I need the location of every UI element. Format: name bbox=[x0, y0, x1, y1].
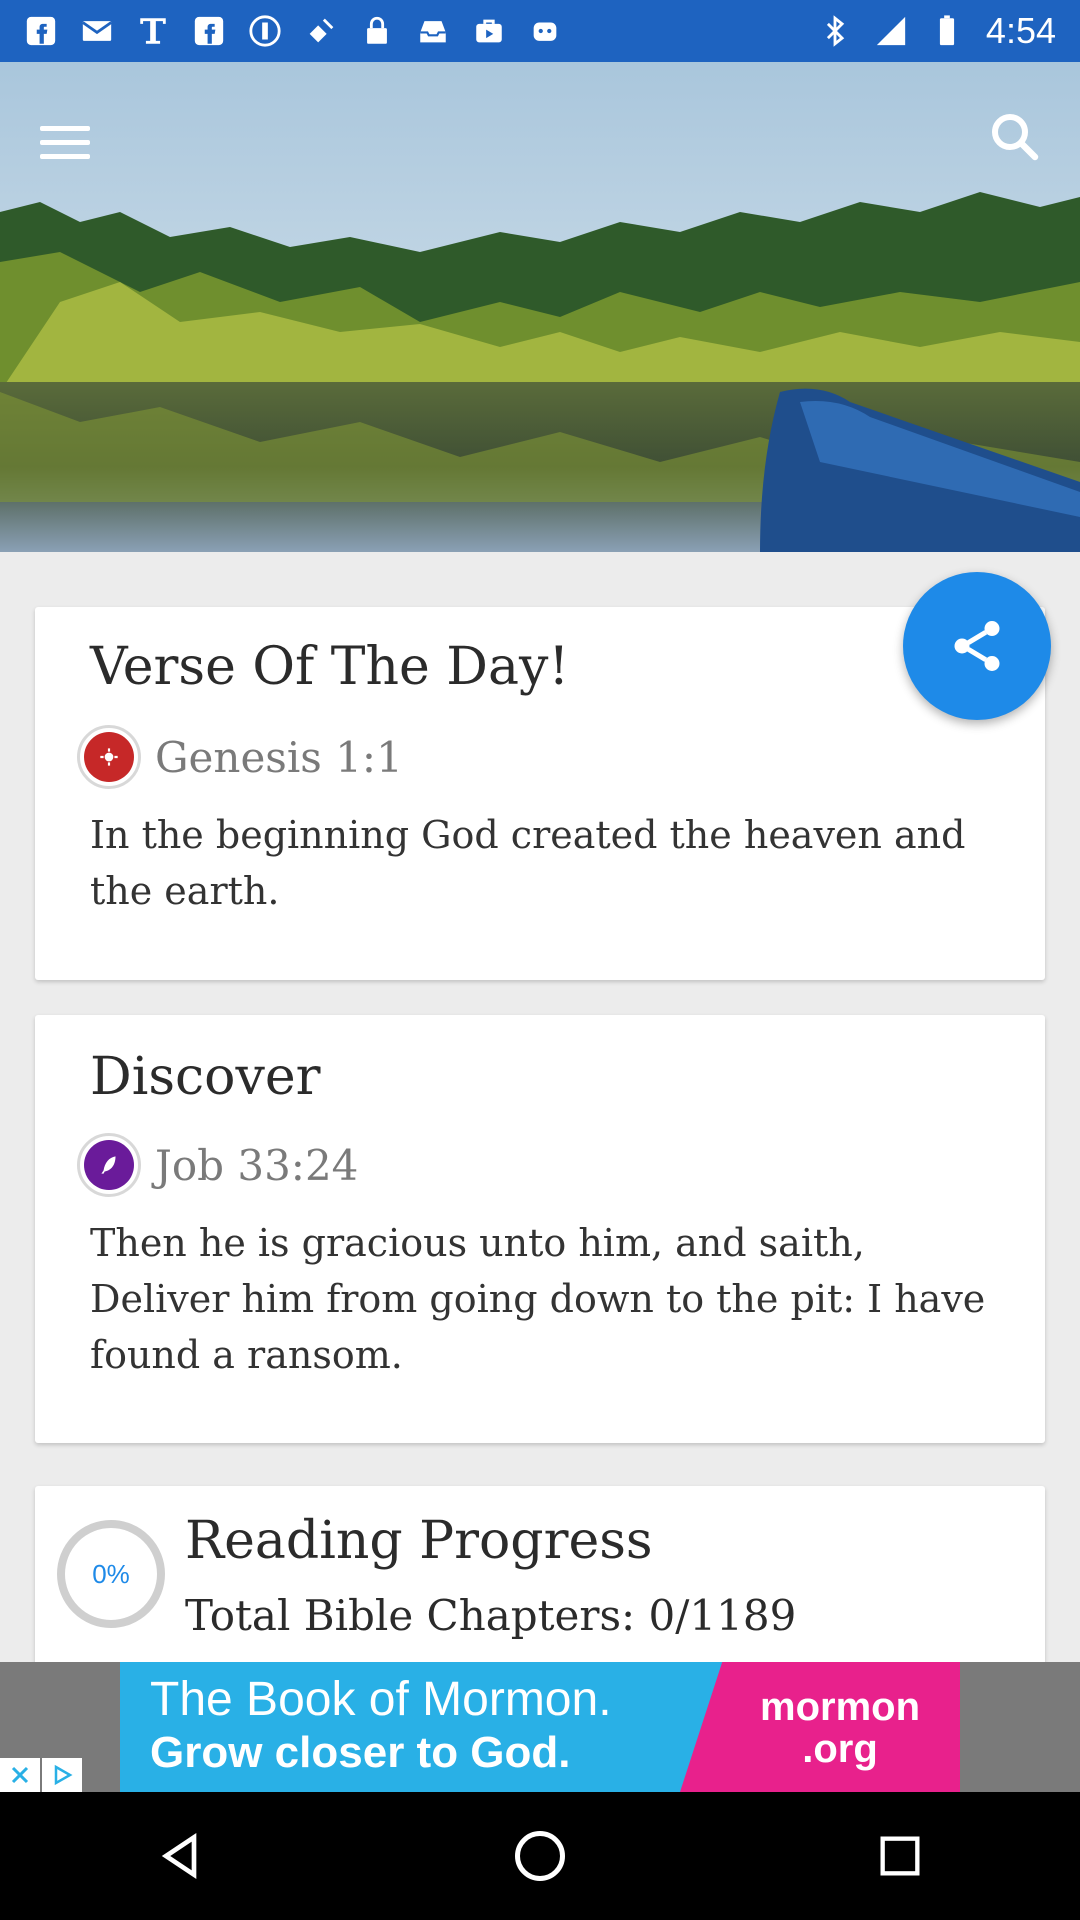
ad-choices-icon[interactable] bbox=[42, 1758, 82, 1792]
verse-reference[interactable]: Genesis 1:1 bbox=[155, 733, 403, 782]
ad-line-1: The Book of Mormon. bbox=[150, 1673, 612, 1726]
ad-content[interactable]: The Book of Mormon. Grow closer to God. … bbox=[120, 1662, 960, 1792]
briefcase-icon bbox=[472, 14, 506, 48]
discover-badge bbox=[77, 1133, 141, 1197]
hamburger-menu-icon[interactable] bbox=[40, 112, 100, 172]
discover-text: Then he is gracious unto him, and saith,… bbox=[90, 1221, 986, 1377]
ad-brand-line-2: .org bbox=[802, 1727, 878, 1771]
app-icon bbox=[248, 14, 282, 48]
progress-subtitle: Total Bible Chapters: 0/1189 bbox=[185, 1591, 797, 1640]
recents-icon[interactable] bbox=[855, 1811, 945, 1901]
battery-icon bbox=[930, 14, 964, 48]
text-icon bbox=[136, 14, 170, 48]
verse-text: In the beginning God created the heaven … bbox=[90, 813, 966, 913]
verse-badge bbox=[77, 725, 141, 789]
verse-of-day-title: Verse Of The Day! bbox=[90, 637, 570, 697]
progress-circle: 0% bbox=[57, 1520, 165, 1628]
ad-brand: mormon .org bbox=[740, 1686, 940, 1770]
status-bar: 4:54 bbox=[0, 0, 1080, 62]
ad-banner[interactable]: The Book of Mormon. Grow closer to God. … bbox=[0, 1662, 1080, 1792]
notification-icons bbox=[24, 14, 818, 48]
share-button[interactable] bbox=[903, 572, 1051, 720]
bot-icon bbox=[528, 14, 562, 48]
lake-scene-image bbox=[0, 62, 1080, 552]
fake-gps-icon bbox=[304, 14, 338, 48]
share-icon bbox=[954, 621, 1000, 671]
signal-icon bbox=[874, 14, 908, 48]
back-icon[interactable] bbox=[135, 1811, 225, 1901]
reading-progress-card[interactable]: 0% Reading Progress Total Bible Chapters… bbox=[35, 1486, 1045, 1676]
facebook-icon bbox=[24, 14, 58, 48]
verse-of-day-card[interactable]: Verse Of The Day! Genesis 1:1 In the beg… bbox=[35, 607, 1045, 980]
verse-reference-row: Genesis 1:1 bbox=[77, 725, 403, 789]
discover-reference[interactable]: Job 33:24 bbox=[155, 1141, 358, 1190]
ad-brand-line-1: mormon bbox=[760, 1685, 920, 1729]
bluetooth-icon bbox=[818, 14, 852, 48]
lock-icon bbox=[360, 14, 394, 48]
mail-icon bbox=[80, 14, 114, 48]
facebook-icon bbox=[192, 14, 226, 48]
discover-card[interactable]: Discover Job 33:24 Then he is gracious u… bbox=[35, 1015, 1045, 1443]
search-icon[interactable] bbox=[985, 107, 1045, 167]
ad-close-icon[interactable] bbox=[0, 1758, 40, 1792]
discover-title: Discover bbox=[90, 1047, 321, 1107]
ad-line-2: Grow closer to God. bbox=[150, 1728, 571, 1777]
quill-icon bbox=[84, 1140, 134, 1190]
discover-reference-row: Job 33:24 bbox=[77, 1133, 358, 1197]
home-icon[interactable] bbox=[495, 1811, 585, 1901]
status-right: 4:54 bbox=[818, 10, 1056, 52]
sun-icon bbox=[84, 732, 134, 782]
progress-title: Reading Progress bbox=[185, 1511, 653, 1571]
inbox-icon bbox=[416, 14, 450, 48]
progress-percent: 0% bbox=[92, 1558, 130, 1589]
header-image bbox=[0, 62, 1080, 552]
status-time: 4:54 bbox=[985, 10, 1056, 51]
system-nav-bar bbox=[0, 1792, 1080, 1920]
